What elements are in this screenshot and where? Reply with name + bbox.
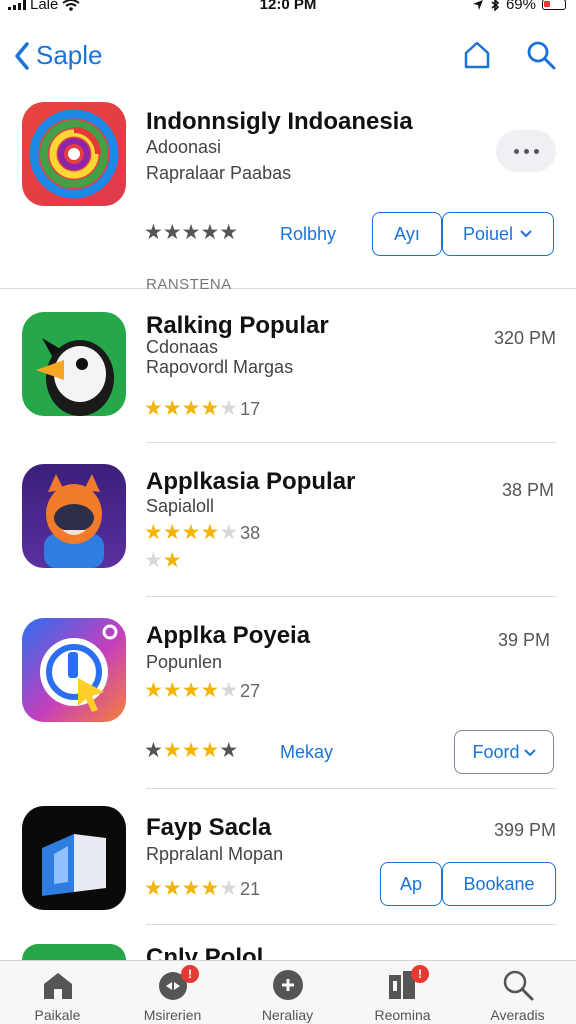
app-time: 39 PM bbox=[498, 630, 551, 650]
tab-search[interactable]: Averadis bbox=[460, 961, 575, 1024]
app-title: Fayp Sacla bbox=[146, 814, 272, 841]
app-time: 38 PM bbox=[502, 480, 555, 500]
featured-title: Indonnsigly Indoanesia bbox=[146, 108, 413, 135]
more-options-button[interactable] bbox=[496, 130, 556, 172]
app-rating-stars: ★★★★★ 38 bbox=[144, 521, 261, 544]
search-icon bbox=[503, 970, 534, 1001]
nav-bar: Saple bbox=[0, 22, 576, 92]
app-icon[interactable] bbox=[22, 618, 126, 722]
chevron-down-icon bbox=[523, 748, 536, 756]
app-subtitle: Popunlen bbox=[146, 652, 223, 672]
tab-apps[interactable]: Neraliay bbox=[230, 961, 345, 1024]
tab-label: Msirerien bbox=[143, 1007, 202, 1023]
app-button[interactable]: Ap bbox=[380, 862, 442, 906]
tab-label: Neraliay bbox=[261, 1007, 314, 1023]
back-button[interactable]: Saple bbox=[14, 40, 103, 71]
row-divider bbox=[146, 788, 556, 789]
rating-count: 27 bbox=[240, 681, 261, 701]
row-divider bbox=[146, 596, 556, 597]
tab-games[interactable]: ! Msirerien bbox=[115, 961, 230, 1024]
popular-dropdown-label: Poiuel bbox=[462, 223, 514, 244]
battery-percent: 69% bbox=[505, 0, 536, 13]
app-icon[interactable] bbox=[22, 944, 126, 960]
row-divider bbox=[146, 924, 556, 925]
row-divider bbox=[146, 442, 556, 443]
app-icon[interactable] bbox=[22, 312, 126, 416]
tab-home[interactable]: Paikale bbox=[0, 961, 115, 1024]
bookmark-button[interactable]: Bookane bbox=[442, 862, 556, 906]
app-rating-stars-2: ★★ bbox=[144, 549, 182, 572]
app-subtitle: Cdonaas bbox=[146, 337, 219, 357]
app-rating-stars: ★★★★★ 27 bbox=[144, 679, 261, 702]
rating-count: 21 bbox=[240, 879, 261, 899]
app-title: Applkasia Popular bbox=[146, 468, 356, 495]
tab-library[interactable]: ! Reomina bbox=[345, 961, 460, 1024]
home-icon[interactable] bbox=[462, 40, 492, 70]
featured-rating-stars: ★★★★★ bbox=[144, 221, 239, 244]
featured-rating-link[interactable]: Rolbhy bbox=[280, 224, 336, 245]
rating-count: 38 bbox=[240, 523, 261, 543]
rating-count: 17 bbox=[240, 399, 261, 419]
app-title: Cnly Polol bbox=[146, 944, 264, 960]
tab-bar: Paikale ! Msirerien Neraliay ! Reomina A… bbox=[0, 960, 576, 1024]
tab-label: Paikale bbox=[34, 1007, 81, 1023]
app-title: Applka Poyeia bbox=[146, 622, 311, 649]
app-rating-stars: ★★★★★ 21 bbox=[144, 877, 261, 900]
notification-badge: ! bbox=[181, 965, 199, 983]
featured-app: Indonnsigly Indoanesia Adoonasi Rapralaa… bbox=[0, 100, 576, 280]
food-dropdown-label: Foord bbox=[472, 741, 520, 762]
home-icon bbox=[44, 973, 72, 999]
app-icon[interactable] bbox=[22, 464, 126, 568]
tab-label: Averadis bbox=[490, 1007, 545, 1023]
app-subtitle-2: Rapovordl Margas bbox=[146, 357, 294, 377]
food-dropdown[interactable]: Foord bbox=[454, 730, 554, 774]
status-right: 69% bbox=[472, 0, 566, 13]
tab-label: Reomina bbox=[374, 1007, 431, 1023]
section-label: RANSTENA bbox=[146, 276, 232, 293]
bluetooth-icon bbox=[491, 0, 500, 11]
app-time: 320 PM bbox=[494, 328, 557, 348]
get-button[interactable]: Ayı bbox=[372, 212, 442, 256]
apps-icon bbox=[273, 970, 303, 1000]
app-time: 399 PM bbox=[494, 820, 557, 840]
app-title: Ralking Popular bbox=[146, 312, 329, 339]
section-divider bbox=[0, 288, 576, 289]
status-bar: Lale 12:0 PM 69% bbox=[0, 0, 576, 18]
location-icon bbox=[472, 0, 483, 10]
featured-app-icon[interactable] bbox=[22, 102, 126, 206]
featured-subtitle-2: Rapralaar Paabas bbox=[146, 163, 292, 183]
app-rating-stars-2: ★★★★★ bbox=[144, 739, 239, 762]
chevron-down-icon bbox=[520, 230, 532, 238]
app-subtitle: Sapialoll bbox=[146, 496, 215, 516]
popular-dropdown[interactable]: Poiuel bbox=[442, 212, 554, 256]
battery-icon bbox=[542, 0, 566, 10]
search-icon[interactable] bbox=[526, 40, 556, 70]
back-label: Saple bbox=[36, 40, 103, 70]
chevron-left-icon bbox=[15, 41, 29, 70]
featured-subtitle: Adoonasi bbox=[146, 137, 222, 157]
app-subtitle: Rppralanl Mopan bbox=[146, 844, 284, 864]
app-rating-stars: ★★★★★ 17 bbox=[144, 397, 261, 420]
app-rating-link[interactable]: Mekay bbox=[280, 742, 333, 763]
notification-badge: ! bbox=[411, 965, 429, 983]
app-icon[interactable] bbox=[22, 806, 126, 910]
